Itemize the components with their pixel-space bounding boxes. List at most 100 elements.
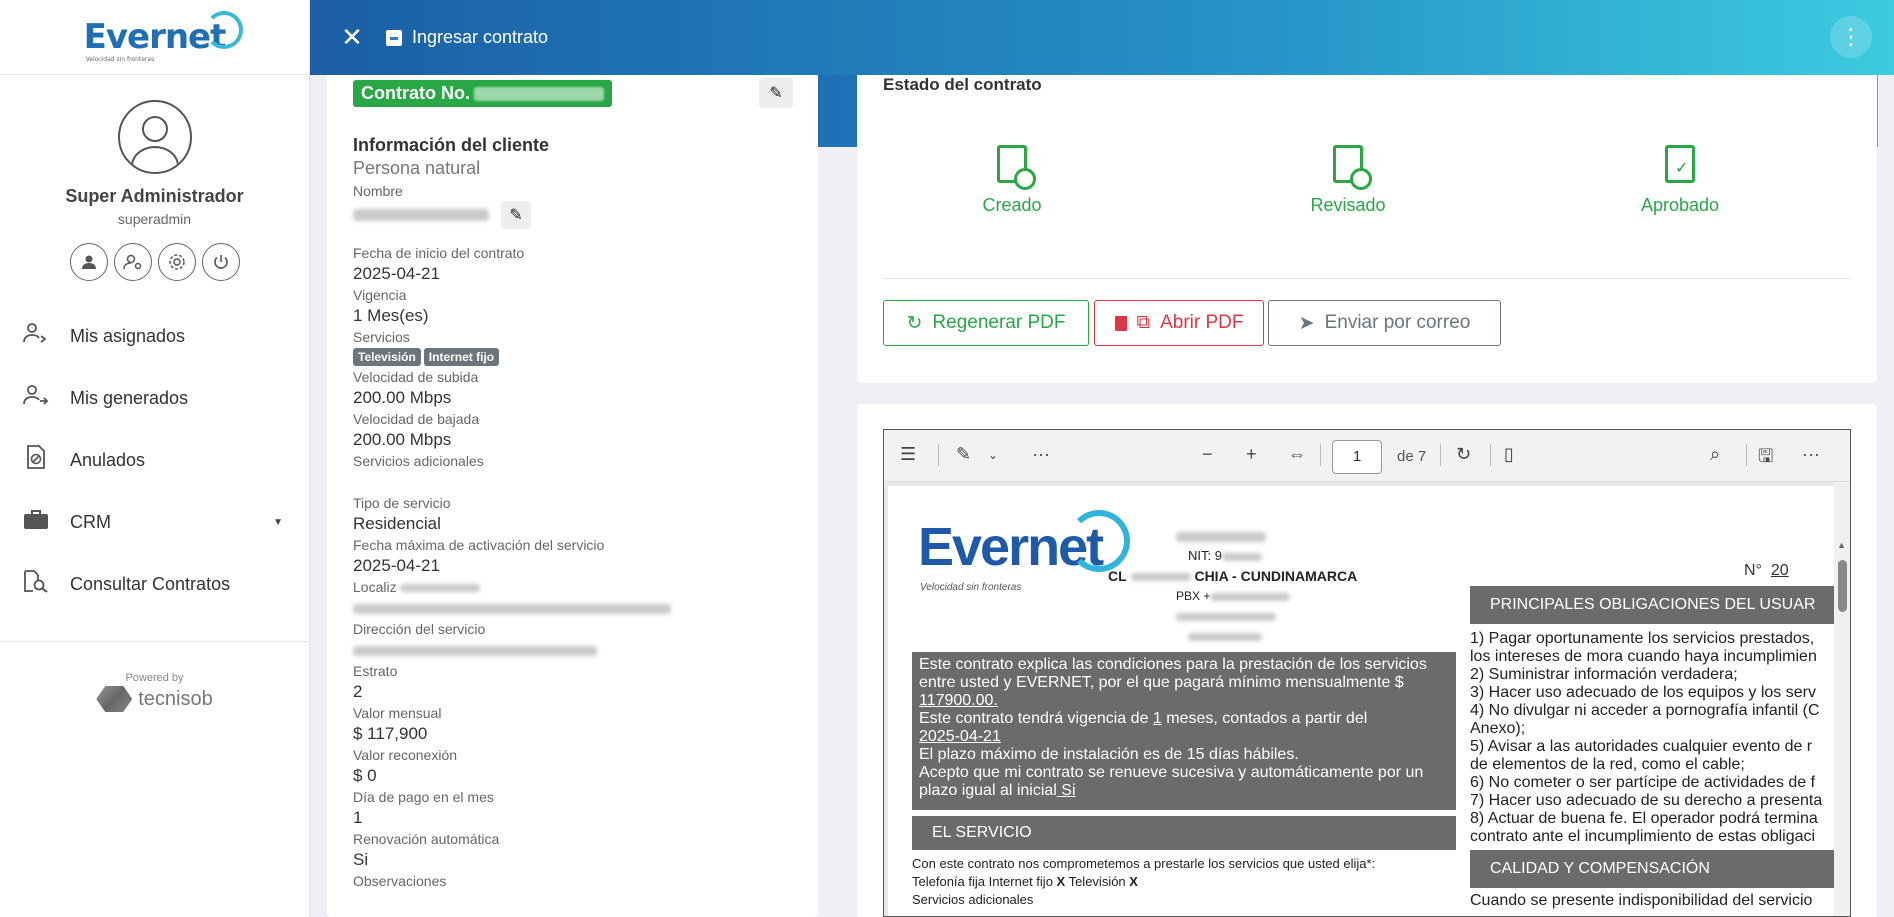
pdf-servicio-options: Telefonía fija Internet fijo X Televisió… — [912, 874, 1138, 889]
sidebar-item-anulados[interactable]: Anulados — [0, 429, 309, 491]
state-label: Revisado — [1310, 195, 1386, 215]
vigencia-value: 1 Mes(es) — [353, 306, 429, 325]
state-approved: ✓ Aprobado — [1610, 145, 1750, 216]
zoom-in-icon[interactable]: + — [1246, 444, 1257, 465]
briefcase-icon — [22, 508, 50, 536]
pdf-viewer[interactable]: ☰ ✎ ⌄ ··· − + ⇔ 1 de 7 ↻ ▯ ⌕ 🖫 ··· Evern… — [883, 429, 1851, 917]
close-icon: ✕ — [341, 22, 363, 52]
pdf-company-info: NIT: 9 CL CHIA - CUNDINAMARCA PBX + — [1108, 526, 1357, 646]
panel-header: ✕ Ingresar contrato ⋮ — [310, 0, 1894, 75]
user-generated-icon — [22, 384, 50, 412]
pdf-page: Evernet Velocidad sin fronteras NIT: 9 C… — [888, 486, 1834, 916]
sidebar-divider — [0, 641, 309, 642]
zoom-out-icon[interactable]: − — [1202, 444, 1213, 465]
highlight-icon[interactable]: ✎ — [956, 444, 971, 465]
sidebar-item-consultar-contratos[interactable]: Consultar Contratos — [0, 553, 309, 615]
bajada-label: Velocidad de bajada — [353, 411, 480, 427]
pdf-section-calidad: CALIDAD Y COMPENSACIÓN — [1470, 850, 1834, 888]
archive-icon — [386, 29, 402, 46]
direccion-label: Dirección del servicio — [353, 621, 486, 637]
profile-button[interactable] — [69, 243, 108, 281]
sidebar-item-label: CRM — [70, 511, 111, 532]
fecha-inicio-value: 2025-04-21 — [353, 264, 440, 283]
powered-brand: tecnisob — [0, 686, 309, 712]
sidebar-item-label: Consultar Contratos — [70, 573, 231, 594]
scroll-thumb[interactable] — [1838, 560, 1847, 612]
person-type: Persona natural — [353, 158, 481, 178]
direccion-value — [353, 638, 783, 662]
more-horizontal-icon[interactable]: ··· — [1032, 444, 1050, 465]
renovacion-value: Si — [353, 850, 369, 869]
settings-button[interactable] — [157, 243, 196, 281]
pdf-scrollbar[interactable]: ▲ — [1834, 482, 1850, 916]
pdf-contract-number: N° 20 — [1744, 562, 1789, 579]
profile-name: Super Administrador — [65, 186, 244, 206]
pdf-pbx: PBX + — [1176, 589, 1211, 603]
edit-contract-button[interactable]: ✎ — [759, 78, 793, 108]
fecha-max-label: Fecha máxima de activación del servicio — [353, 537, 605, 553]
pencil-icon: ✎ — [769, 85, 783, 102]
open-pdf-label: Abrir PDF — [1160, 312, 1244, 333]
search-icon[interactable]: ⌕ — [1710, 444, 1720, 465]
service-chip: Televisión — [353, 348, 421, 366]
dia-pago-value: 1 — [353, 808, 363, 827]
powered-brand-name: tecnisob — [138, 687, 213, 710]
powered-by-label: Powered by — [125, 672, 184, 684]
regenerate-pdf-label: Regenerar PDF — [932, 312, 1066, 333]
localizacion-label: Localiz — [353, 578, 783, 596]
pdf-servicios-adicionales: Servicios adicionales — [912, 892, 1034, 907]
send-email-label: Enviar por correo — [1324, 312, 1471, 333]
pdf-address: CHIA - CUNDINAMARCA — [1194, 568, 1358, 584]
rotate-icon[interactable]: ↻ — [1456, 444, 1471, 465]
dia-pago-label: Día de pago en el mes — [353, 789, 494, 805]
sidebar-nav: Mis asignados Mis generados Anulados CRM… — [0, 305, 309, 615]
logout-button[interactable] — [201, 243, 240, 281]
estrato-label: Estrato — [353, 663, 398, 679]
document-clock-icon — [997, 145, 1036, 190]
status-divider — [883, 278, 1851, 279]
pdf-servicio-text: Con este contrato nos comprometemos a pr… — [912, 856, 1376, 871]
document-eye-icon — [1333, 145, 1372, 190]
panel-title: Ingresar contrato — [386, 27, 548, 48]
more-options-button[interactable]: ⋮ — [1830, 16, 1872, 58]
page-view-icon[interactable]: ▯ — [1504, 444, 1514, 465]
document-check-icon: ✓ — [1665, 145, 1695, 183]
close-button[interactable]: ✕ — [332, 22, 372, 53]
outline-icon[interactable]: ☰ — [900, 444, 916, 465]
fit-width-icon[interactable]: ⇔ — [1288, 444, 1306, 465]
logo-text: Evernet — [83, 17, 227, 57]
state-label: Creado — [982, 195, 1042, 215]
tipo-label: Tipo de servicio — [353, 495, 451, 511]
sidebar-item-mis-asignados[interactable]: Mis asignados — [0, 305, 309, 367]
sidebar-item-crm[interactable]: CRM ▼ — [0, 491, 309, 553]
contract-number-badge: Contrato No. — [353, 80, 612, 107]
fecha-inicio-label: Fecha de inicio del contrato — [353, 245, 525, 261]
observaciones-label: Observaciones — [353, 873, 447, 889]
client-info-section: Información del cliente Persona natural … — [353, 135, 783, 890]
save-icon[interactable]: 🖫 — [1758, 444, 1773, 474]
vigencia-label: Vigencia — [353, 287, 407, 303]
pdf-section-servicio: EL SERVICIO — [912, 816, 1456, 850]
open-pdf-button[interactable]: ⧉ Abrir PDF — [1094, 300, 1264, 346]
send-icon: ➤ — [1298, 312, 1315, 334]
client-info-card: Contrato No. ✎ Información del cliente P… — [327, 75, 818, 917]
user-settings-button[interactable] — [113, 243, 152, 281]
sidebar-item-label: Mis generados — [70, 387, 189, 408]
pdf-tagline: Velocidad sin fronteras — [920, 582, 1022, 593]
send-email-button[interactable]: ➤ Enviar por correo — [1268, 300, 1501, 346]
nombre-row: ✎ — [353, 200, 783, 230]
service-chip: Internet fijo — [423, 348, 500, 366]
sidebar-item-mis-generados[interactable]: Mis generados — [0, 367, 309, 429]
fecha-max-value: 2025-04-21 — [353, 556, 440, 575]
regenerate-pdf-button[interactable]: ↻ Regenerar PDF — [883, 300, 1089, 346]
page-number-input[interactable]: 1 — [1332, 440, 1382, 474]
scroll-up-icon[interactable]: ▲ — [1837, 540, 1846, 550]
app-logo[interactable]: Evernet Velocidad sin fronteras — [83, 11, 244, 63]
nombre-redacted — [353, 209, 489, 221]
more-horizontal-icon[interactable]: ··· — [1802, 444, 1820, 465]
contract-status-card: Estado del contrato Creado Revisado ✓ Ap… — [857, 75, 1877, 383]
edit-name-button[interactable]: ✎ — [501, 201, 531, 229]
chevron-down-icon[interactable]: ⌄ — [988, 448, 998, 462]
valor-mensual-label: Valor mensual — [353, 705, 442, 721]
state-label: Aprobado — [1640, 195, 1720, 215]
